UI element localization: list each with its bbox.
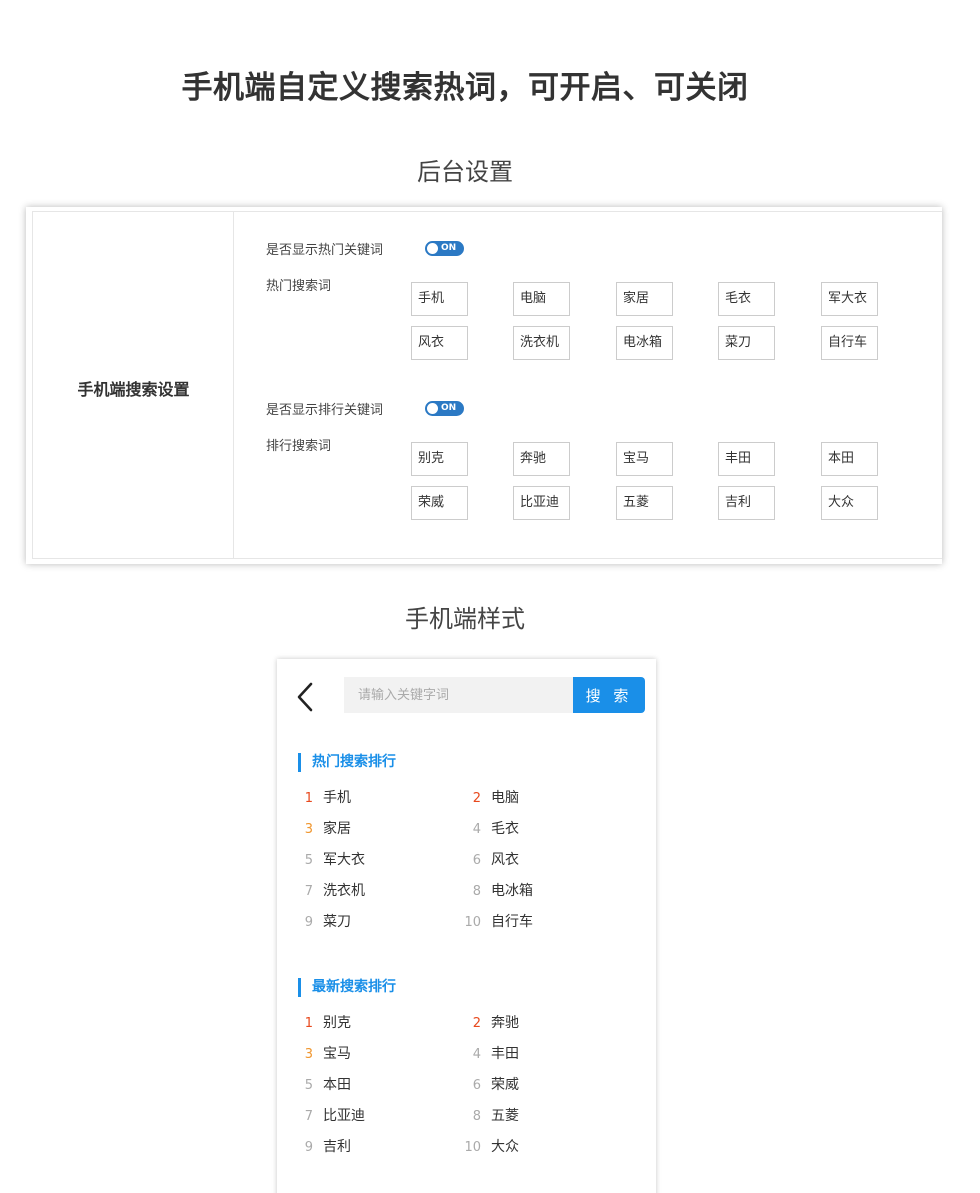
- keyword-tag[interactable]: 宝马: [616, 442, 673, 476]
- rank-number: 9: [304, 1140, 313, 1155]
- keyword-tag[interactable]: 家居: [616, 282, 673, 316]
- rank-number: 10: [464, 915, 481, 930]
- keyword-tag[interactable]: 菜刀: [718, 326, 775, 360]
- hot-rank-title: 热门搜索排行: [298, 753, 396, 772]
- hot-toggle-label: 是否显示热门关键词: [266, 243, 384, 258]
- rank-toggle-label: 是否显示排行关键词: [266, 403, 384, 418]
- new-rank-title: 最新搜索排行: [298, 978, 396, 997]
- rank-keyword: 毛衣: [491, 821, 519, 837]
- keyword-tag[interactable]: 军大衣: [821, 282, 878, 316]
- keyword-tag[interactable]: 丰田: [718, 442, 775, 476]
- keyword-tag[interactable]: 别克: [411, 442, 468, 476]
- keyword-tag[interactable]: 自行车: [821, 326, 878, 360]
- rank-number: 7: [304, 1109, 313, 1124]
- rank-keyword: 自行车: [491, 914, 533, 930]
- admin-settings-panel: 手机端搜索设置 是否显示热门关键词 ON 热门搜索词 手机 电脑 家居 毛衣 军大衣风衣…: [26, 207, 942, 564]
- rank-number: 3: [304, 1047, 313, 1062]
- page-title: 手机端自定义搜索热词，可开启、可关闭: [181, 70, 749, 106]
- rank-keyword: 五菱: [491, 1108, 519, 1124]
- rank-keyword: 荣威: [491, 1077, 519, 1093]
- rank-keyword: 本田: [323, 1077, 351, 1093]
- rank-keyword: 比亚迪: [323, 1108, 365, 1124]
- rank-number: 3: [304, 822, 313, 837]
- rank-words-label: 排行搜索词: [266, 439, 332, 454]
- rank-number: 2: [472, 791, 481, 806]
- back-button[interactable]: [295, 681, 317, 713]
- rank-number: 4: [472, 822, 481, 837]
- keyword-tag[interactable]: 奔驰: [513, 442, 570, 476]
- search-input[interactable]: [344, 677, 574, 713]
- toggle-state-text: ON: [441, 403, 457, 413]
- rank-keyword: 菜刀: [323, 914, 351, 930]
- rank-number: 1: [304, 1016, 313, 1031]
- keyword-tag[interactable]: 电脑: [513, 282, 570, 316]
- rank-number: 2: [472, 1016, 481, 1031]
- keyword-tag[interactable]: 手机: [411, 282, 468, 316]
- chevron-left-icon: [297, 682, 313, 712]
- admin-settings-table: 手机端搜索设置 是否显示热门关键词 ON 热门搜索词 手机 电脑 家居 毛衣 军大衣风衣…: [32, 211, 942, 559]
- rank-keyword: 电冰箱: [491, 883, 533, 899]
- keyword-tag[interactable]: 比亚迪: [513, 486, 570, 520]
- rank-keyword: 家居: [323, 821, 351, 837]
- keyword-tag[interactable]: 毛衣: [718, 282, 775, 316]
- keyword-tag[interactable]: 本田: [821, 442, 878, 476]
- mobile-preview: 搜 索 热门搜索排行 1手机2电脑3家居4毛衣5军大衣6风衣7洗衣机8电冰箱9菜…: [277, 659, 656, 1193]
- rank-keyword: 大众: [491, 1139, 519, 1155]
- keyword-tag[interactable]: 吉利: [718, 486, 775, 520]
- rank-number: 7: [304, 884, 313, 899]
- rank-toggle-switch[interactable]: ON: [425, 401, 464, 416]
- rank-number: 5: [304, 1078, 313, 1093]
- rank-number: 6: [472, 1078, 481, 1093]
- rank-number: 10: [464, 1140, 481, 1155]
- rank-keyword: 军大衣: [323, 852, 365, 868]
- keyword-tag[interactable]: 五菱: [616, 486, 673, 520]
- rank-keyword: 丰田: [491, 1046, 519, 1062]
- rank-number: 1: [304, 791, 313, 806]
- rank-keyword: 别克: [323, 1015, 351, 1031]
- rank-number: 4: [472, 1047, 481, 1062]
- rank-keyword: 电脑: [491, 790, 519, 806]
- mobile-section-title: 手机端样式: [405, 605, 525, 633]
- rank-keyword: 手机: [323, 790, 351, 806]
- keyword-tag[interactable]: 大众: [821, 486, 878, 520]
- rank-number: 8: [472, 884, 481, 899]
- rank-keyword: 宝马: [323, 1046, 351, 1062]
- hot-toggle-switch[interactable]: ON: [425, 241, 464, 256]
- toggle-knob-icon: [427, 403, 438, 414]
- rank-keyword: 洗衣机: [323, 883, 365, 899]
- admin-row-label: 手机端搜索设置: [77, 380, 190, 399]
- hot-words-label: 热门搜索词: [266, 279, 332, 294]
- rank-number: 5: [304, 853, 313, 868]
- rank-number: 6: [472, 853, 481, 868]
- rank-keyword: 吉利: [323, 1139, 351, 1155]
- keyword-tag[interactable]: 电冰箱: [616, 326, 673, 360]
- rank-keyword: 风衣: [491, 852, 519, 868]
- keyword-tag[interactable]: 风衣: [411, 326, 468, 360]
- rank-number: 9: [304, 915, 313, 930]
- search-button[interactable]: 搜 索: [573, 677, 645, 713]
- keyword-tag[interactable]: 荣威: [411, 486, 468, 520]
- admin-section-title: 后台设置: [417, 158, 513, 186]
- rank-number: 8: [472, 1109, 481, 1124]
- toggle-state-text: ON: [441, 243, 457, 253]
- keyword-tag[interactable]: 洗衣机: [513, 326, 570, 360]
- rank-keyword: 奔驰: [491, 1015, 519, 1031]
- admin-left-cell: 手机端搜索设置: [33, 212, 234, 558]
- toggle-knob-icon: [427, 243, 438, 254]
